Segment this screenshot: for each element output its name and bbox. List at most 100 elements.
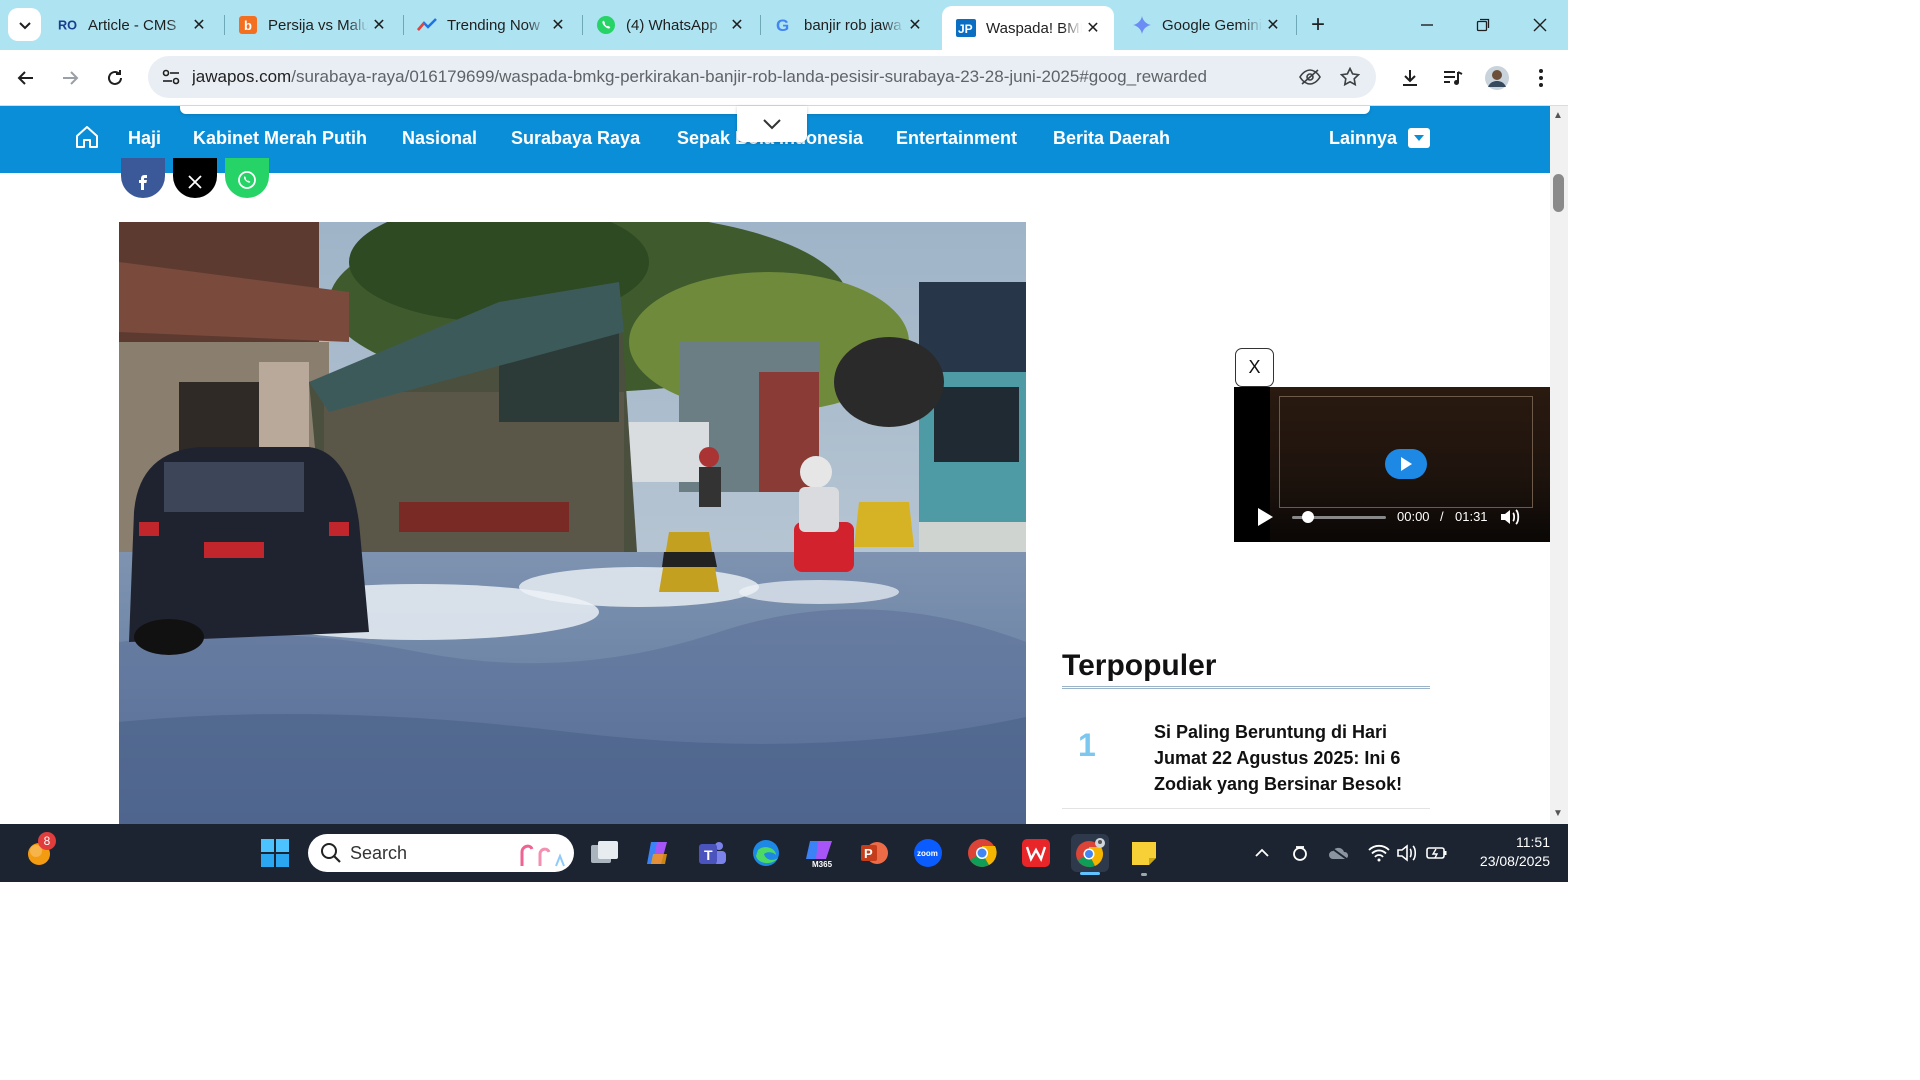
tab-title: Article - CMS	[88, 16, 177, 34]
wps-office-app[interactable]	[1017, 834, 1055, 872]
close-tab-icon[interactable]: ✕	[547, 14, 569, 36]
chrome-app[interactable]	[963, 834, 1001, 872]
arrow-right-icon	[63, 71, 79, 85]
share-facebook-button[interactable]	[121, 158, 165, 198]
sticky-notes-app[interactable]	[1125, 834, 1163, 872]
close-tab-icon[interactable]: ✕	[904, 14, 926, 36]
scroll-down-arrow-icon[interactable]: ▼	[1553, 808, 1563, 819]
home-icon[interactable]	[74, 124, 100, 150]
url-text: jawapos.com/surabaya-raya/016179699/wasp…	[192, 67, 1290, 87]
system-clock[interactable]: 11:51 23/08/2025	[1462, 833, 1550, 871]
close-tab-icon[interactable]: ✕	[188, 14, 210, 36]
reload-button[interactable]	[99, 62, 131, 94]
close-tab-icon[interactable]: ✕	[1262, 14, 1284, 36]
play-icon[interactable]	[1255, 507, 1275, 527]
scroll-up-arrow-icon[interactable]: ▲	[1553, 110, 1563, 121]
forward-button[interactable]	[54, 62, 86, 94]
new-tab-button[interactable]: +	[1305, 11, 1331, 38]
gemini-icon	[1132, 15, 1152, 35]
task-view-icon	[591, 841, 618, 863]
close-icon	[1533, 18, 1547, 32]
close-tab-icon[interactable]: ✕	[368, 14, 390, 36]
taskbar-search-box[interactable]: Search	[308, 834, 574, 872]
minimize-button[interactable]	[1412, 10, 1442, 40]
address-bar[interactable]: jawapos.com/surabaya-raya/016179699/wasp…	[148, 56, 1376, 98]
svg-text:RO: RO	[58, 18, 77, 33]
volume-icon[interactable]	[1499, 507, 1521, 527]
tab-search-button[interactable]	[8, 8, 41, 41]
tab-waspada-active[interactable]: JP Waspada! BMKG ✕	[942, 6, 1114, 50]
nav-link-nasional[interactable]: Nasional	[402, 128, 477, 149]
downloads-button[interactable]	[1394, 62, 1426, 94]
close-window-button[interactable]	[1525, 10, 1555, 40]
chrome-profile-app[interactable]	[1071, 834, 1109, 872]
share-whatsapp-button[interactable]	[225, 158, 269, 198]
media-control-button[interactable]	[1437, 62, 1469, 94]
wps-icon	[1022, 839, 1050, 867]
site-info-icon[interactable]	[150, 56, 192, 98]
teams-app[interactable]: T	[693, 834, 731, 872]
profile-avatar[interactable]	[1481, 62, 1513, 94]
start-button[interactable]	[256, 834, 294, 872]
battery-icon[interactable]	[1424, 840, 1450, 866]
video-time-separator: /	[1440, 509, 1444, 524]
onedrive-cloud-icon[interactable]	[1326, 840, 1352, 866]
tab-article-cms[interactable]: RO Article - CMS ✕	[44, 6, 220, 44]
bing-icon: b	[238, 15, 258, 35]
video-duration: 01:31	[1455, 509, 1488, 524]
tray-app-icon[interactable]	[1287, 840, 1313, 866]
powerpoint-app[interactable]: P	[855, 834, 893, 872]
nav-link-lainnya[interactable]: Lainnya	[1329, 128, 1397, 149]
restore-button[interactable]	[1468, 10, 1498, 40]
tab-gemini[interactable]: Google Gemini ✕	[1118, 6, 1294, 44]
nav-link-surabaya[interactable]: Surabaya Raya	[511, 128, 640, 149]
speaker-icon[interactable]	[1394, 840, 1420, 866]
eye-off-icon[interactable]	[1290, 57, 1330, 97]
sticky-notes-icon	[1132, 842, 1156, 865]
bookmark-star-icon[interactable]	[1330, 57, 1370, 97]
tab-title: banjir rob jawa	[804, 16, 902, 34]
zoom-icon: zoom	[914, 839, 942, 867]
clock-date: 23/08/2025	[1479, 853, 1550, 869]
nav-link-kabinet[interactable]: Kabinet Merah Putih	[193, 128, 367, 149]
m365-app[interactable]: M365	[801, 834, 839, 872]
video-play-overlay-button[interactable]	[1385, 449, 1427, 479]
zoom-app[interactable]: zoom	[909, 834, 947, 872]
edge-app[interactable]	[747, 834, 785, 872]
play-icon	[1401, 457, 1412, 471]
popular-article-link[interactable]: Si Paling Beruntung di Hari Jumat 22 Agu…	[1154, 719, 1424, 797]
tab-divider	[1296, 15, 1297, 35]
expand-ad-button[interactable]	[737, 106, 807, 142]
more-vertical-icon	[1539, 69, 1543, 87]
nav-link-berita-daerah[interactable]: Berita Daerah	[1053, 128, 1170, 149]
tab-title: Google Gemini	[1162, 16, 1262, 34]
tab-whatsapp[interactable]: (4) WhatsApp ✕	[582, 6, 758, 44]
close-tab-icon[interactable]: ✕	[726, 14, 748, 36]
whatsapp-icon	[596, 15, 616, 35]
tab-trending[interactable]: Trending Now ✕	[403, 6, 579, 44]
back-button[interactable]	[10, 62, 42, 94]
page-scrollbar[interactable]	[1550, 106, 1568, 824]
share-x-button[interactable]	[173, 158, 217, 198]
close-tab-icon[interactable]: ✕	[1082, 17, 1104, 39]
nav-link-haji[interactable]: Haji	[128, 128, 161, 149]
browser-menu-button[interactable]	[1525, 62, 1557, 94]
task-view-button[interactable]	[586, 834, 624, 872]
active-app-indicator	[1080, 872, 1100, 875]
jawapos-icon: JP	[956, 18, 976, 38]
caret-down-icon[interactable]	[1408, 128, 1430, 148]
tray-overflow-chevron-icon[interactable]	[1249, 840, 1275, 866]
x-logo-icon	[188, 175, 202, 189]
running-app-indicator	[1141, 873, 1147, 876]
close-video-button[interactable]: X	[1235, 348, 1274, 387]
scrollbar-thumb[interactable]	[1553, 174, 1564, 212]
tab-google-search[interactable]: G banjir rob jawa ✕	[760, 6, 936, 44]
trends-icon	[417, 15, 437, 35]
copilot-app[interactable]	[639, 834, 677, 872]
article-hero-image	[119, 222, 1026, 824]
nav-link-entertainment[interactable]: Entertainment	[896, 128, 1017, 149]
search-icon	[321, 843, 341, 863]
tab-persija[interactable]: b Persija vs Malut ✕	[224, 6, 400, 44]
wifi-icon[interactable]	[1366, 840, 1392, 866]
video-seek-handle[interactable]	[1302, 511, 1314, 523]
